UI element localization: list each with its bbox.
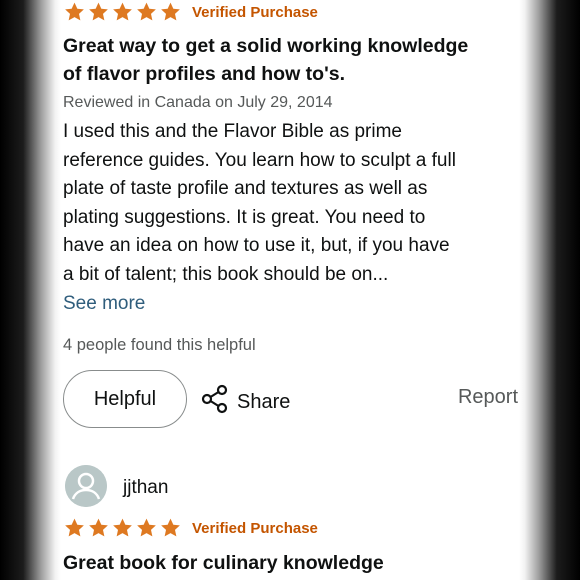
star-icon (135, 1, 158, 23)
rating-stars: Verified Purchase (63, 517, 318, 539)
review-title[interactable]: Great way to get a solid working knowled… (63, 32, 523, 88)
star-icon (87, 1, 110, 23)
star-icon (63, 1, 86, 23)
review-body-line: plate of taste profile and textures as w… (63, 178, 428, 200)
review-body-line: I used this and the Flavor Bible as prim… (63, 121, 403, 142)
review-title-line: Great way to get a solid working knowled… (63, 35, 469, 57)
helpful-button[interactable]: Helpful (63, 370, 187, 428)
star-icon (135, 517, 158, 539)
review-title[interactable]: Great book for culinary knowledge (63, 549, 523, 577)
review-body-line: reference guides. You learn how to sculp… (63, 149, 456, 171)
star-icon (87, 517, 110, 539)
user-avatar-icon[interactable] (65, 465, 107, 507)
review-body-line: have an idea on how to use it, but, if y… (63, 235, 450, 257)
review-body-line: plating suggestions. It is great. You ne… (63, 206, 426, 228)
review-body: I used this and the Flavor Bible as prim… (63, 118, 523, 290)
share-label: Share (237, 390, 291, 413)
see-more-link[interactable]: See more (63, 293, 145, 315)
review-body-line: a bit of talent; this book should be on.… (63, 263, 389, 285)
rating-stars: Verified Purchase (63, 1, 318, 23)
helpful-count: 4 people found this helpful (63, 336, 256, 354)
star-icon (159, 1, 182, 23)
share-icon (201, 384, 237, 420)
star-icon (111, 517, 134, 539)
share-button[interactable]: Share (201, 384, 290, 420)
verified-purchase-badge: Verified Purchase (192, 519, 318, 537)
report-link[interactable]: Report (458, 386, 518, 409)
review-title-line: of flavor profiles and how to's. (63, 63, 345, 85)
reviewer-name[interactable]: jjthan (123, 477, 168, 499)
review-meta: Reviewed in Canada on July 29, 2014 (63, 94, 333, 111)
star-icon (111, 1, 134, 23)
review-actions: Helpful Share Report (63, 370, 518, 430)
verified-purchase-badge: Verified Purchase (192, 3, 318, 21)
star-icon (63, 517, 86, 539)
star-icon (159, 517, 182, 539)
